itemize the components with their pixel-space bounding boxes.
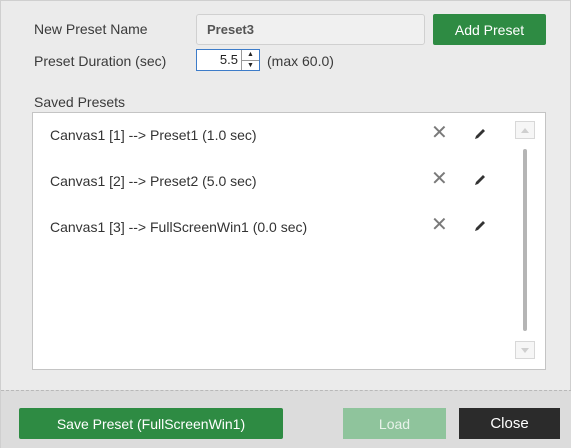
- add-preset-button[interactable]: Add Preset: [433, 14, 546, 45]
- duration-max-label: (max 60.0): [267, 53, 334, 69]
- close-button[interactable]: Close: [459, 408, 560, 439]
- duration-value[interactable]: 5.5: [197, 50, 241, 70]
- list-item: Canvas1 [2] --> Preset2 (5.0 sec) ✕: [33, 163, 513, 201]
- vertical-scrollbar[interactable]: [515, 121, 535, 359]
- close-icon[interactable]: ✕: [431, 169, 448, 189]
- preset-item-label: Canvas1 [1] --> Preset1 (1.0 sec): [50, 127, 257, 143]
- pencil-icon[interactable]: [473, 127, 487, 141]
- save-preset-button[interactable]: Save Preset (FullScreenWin1): [19, 408, 283, 439]
- load-button[interactable]: Load: [343, 408, 446, 439]
- preset-item-label: Canvas1 [3] --> FullScreenWin1 (0.0 sec): [50, 219, 308, 235]
- close-icon[interactable]: ✕: [431, 215, 448, 235]
- close-icon[interactable]: ✕: [431, 123, 448, 143]
- duration-stepper[interactable]: 5.5 ▲ ▼: [196, 49, 260, 71]
- caret-down-icon[interactable]: ▼: [242, 61, 259, 71]
- pencil-icon[interactable]: [473, 173, 487, 187]
- scrollbar-thumb[interactable]: [523, 149, 527, 331]
- preset-name-label: New Preset Name: [34, 21, 148, 37]
- saved-presets-heading: Saved Presets: [34, 94, 126, 110]
- scroll-up-button[interactable]: [515, 121, 535, 139]
- chevron-down-icon: [521, 347, 529, 353]
- pencil-icon[interactable]: [473, 219, 487, 233]
- list-item: Canvas1 [1] --> Preset1 (1.0 sec) ✕: [33, 117, 513, 155]
- caret-up-icon[interactable]: ▲: [242, 50, 259, 61]
- preset-name-input[interactable]: Preset3: [196, 14, 425, 45]
- chevron-up-icon: [521, 127, 529, 133]
- dialog-footer: Save Preset (FullScreenWin1) Load Close: [1, 390, 571, 448]
- preset-item-label: Canvas1 [2] --> Preset2 (5.0 sec): [50, 173, 257, 189]
- scroll-down-button[interactable]: [515, 341, 535, 359]
- list-item: Canvas1 [3] --> FullScreenWin1 (0.0 sec)…: [33, 209, 513, 247]
- stepper-arrows: ▲ ▼: [241, 50, 259, 70]
- preset-duration-label: Preset Duration (sec): [34, 53, 167, 69]
- preset-dialog: New Preset Name Preset3 Add Preset Prese…: [0, 0, 571, 448]
- saved-presets-list: Canvas1 [1] --> Preset1 (1.0 sec) ✕ Canv…: [32, 112, 546, 370]
